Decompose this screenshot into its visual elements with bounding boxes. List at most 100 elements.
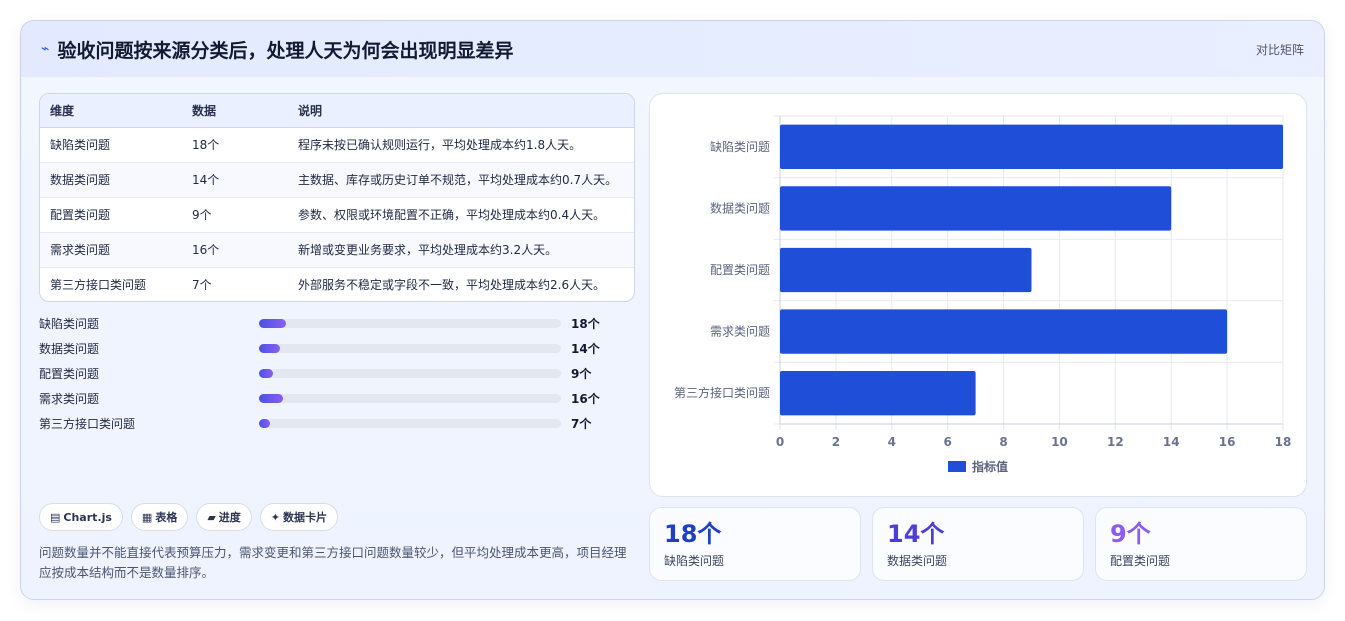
y-tick-label: 数据类问题 [710,200,770,215]
table-cell: 数据类问题 [40,162,182,198]
table-row: 配置类问题 9个 参数、权限或环境配置不正确，平均处理成本约0.4人天。 [40,197,634,233]
x-tick-label: 2 [832,435,840,449]
bar [780,247,1032,293]
stat-value: 9个 [1110,520,1151,548]
progress-value: 16个 [571,392,600,406]
progress-label: 缺陷类问题 [39,317,100,331]
table-row: 需求类问题 16个 新增或变更业务要求，平均处理成本约3.2人天。 [40,232,634,268]
y-tick-label: 第三方接口类问题 [674,385,770,400]
summary-note: 问题数量并不能直接代表预算压力，需求变更和第三方接口问题数量较少，但平均处理成本… [39,545,627,580]
progress-label: 配置类问题 [39,367,100,381]
progress-fill [259,394,284,403]
table-cell: 外部服务不稳定或字段不一致，平均处理成本约2.6人天。 [298,278,606,293]
progress-track [259,319,561,328]
progress-fill [259,319,287,328]
column-header: 数据 [182,94,288,128]
progress-row: 数据类问题 14个 [39,336,619,361]
stat-label: 数据类问题 [887,554,948,568]
stat-value: 18个 [664,520,722,548]
progress-track [259,344,561,353]
x-tick-label: 16 [1219,435,1236,449]
progress-value: 7个 [571,417,592,431]
card-header: ⌁ 验收问题按来源分类后，处理人天为何会出现明显差异 对比矩阵 [21,21,1324,77]
progress-fill [259,369,273,378]
progress-list: 缺陷类问题 18个 数据类问题 14个 配置类问题 9个 需求类问题 16个 第… [39,311,619,436]
progress-label: 需求类问题 [39,392,100,406]
progress-fill [259,419,270,428]
chip-progress[interactable]: ▰ 进度 [196,503,252,531]
stat-card: 9个 配置类问题 [1095,507,1307,581]
legend-swatch [948,461,966,472]
stat-card: 14个 数据类问题 [872,507,1084,581]
table-cell: 18个 [182,127,288,163]
progress-value: 18个 [571,317,600,331]
sparkle-icon: ✦ [270,510,281,524]
table-header-row: 维度 数据 说明 [40,94,634,128]
progress-row: 缺陷类问题 18个 [39,311,619,336]
trend-icon: ⌁ [41,41,50,57]
x-tick-label: 18 [1275,435,1292,449]
progress-track [259,394,561,403]
progress-row: 需求类问题 16个 [39,386,619,411]
table-cell: 新增或变更业务要求，平均处理成本约3.2人天。 [288,232,634,268]
progress-value: 9个 [571,367,592,381]
table-cell: 需求类问题 [40,232,182,268]
bar [780,309,1228,354]
x-tick-label: 10 [1051,435,1068,449]
stat-card: 18个 缺陷类问题 [649,507,861,581]
progress-icon: ▰ [207,510,216,524]
column-header: 维度 [40,94,182,128]
chip-data-card[interactable]: ✦ 数据卡片 [259,503,339,531]
x-tick-label: 0 [776,435,784,449]
table-cell: 14个 [182,162,288,198]
progress-value: 14个 [571,342,600,356]
stat-cards: 18个 缺陷类问题 14个 数据类问题 9个 配置类问题 [649,507,1307,581]
x-tick-label: 8 [999,435,1007,449]
progress-label: 第三方接口类问题 [39,417,136,431]
x-tick-label: 12 [1107,435,1124,449]
header-tag: 对比矩阵 [1255,42,1304,57]
chip-chartjs[interactable]: ▤ Chart.js [39,503,123,531]
progress-row: 配置类问题 9个 [39,361,619,386]
bar [780,124,1283,169]
bar [780,186,1172,231]
x-tick-label: 14 [1163,435,1180,449]
page-title: 验收问题按来源分类后，处理人天为何会出现明显差异 [57,39,514,62]
table-cell: 9个 [182,197,288,233]
progress-row: 第三方接口类问题 7个 [39,411,619,436]
chip-table[interactable]: ▦ 表格 [130,503,189,531]
table-cell: 主数据、库存或历史订单不规范，平均处理成本约0.7人天。 [288,162,634,198]
bar-chart: 0 2 4 6 8 10 12 14 16 18 缺陷类问题数据类问题配置类问题需求类问题第三方接口… [674,115,1292,474]
legend-label: 指标值 [972,459,1008,474]
table-row: 第三方接口类问题 7个 外部服务不稳定或字段不一致，平均处理成本约2.6人天。 [40,267,634,301]
table-cell: 16个 [182,232,288,268]
column-header: 说明 [288,94,634,128]
y-tick-label: 配置类问题 [710,263,770,277]
stat-label: 配置类问题 [1110,554,1171,568]
data-table: 维度 数据 说明 缺陷类问题 18个 程序未按已确认规则运行，平均处理成本约1.… [39,93,635,302]
comparison-card: ⌁ 验收问题按来源分类后，处理人天为何会出现明显差异 对比矩阵 维度 数据 说明… [20,20,1325,600]
x-tick-label: 6 [943,435,951,449]
bar-chart-panel: 0 2 4 6 8 10 12 14 16 18 缺陷类问题数据类问题配置类问题需求类问题第三方接口… [649,93,1307,497]
table-cell: 程序未按已确认规则运行，平均处理成本约1.8人天。 [288,127,634,163]
y-tick-label: 缺陷类问题 [710,139,770,154]
progress-fill [259,344,281,353]
table-icon: ▦ [141,510,153,524]
table-cell: 第三方接口类问题 [50,278,147,293]
chart-icon: ▤ [50,510,61,524]
x-tick-label: 4 [888,435,896,449]
chip-row: ▤ Chart.js ▦ 表格 ▰ 进度 ✦ 数据卡片 [39,503,339,531]
table-row: 数据类问题 14个 主数据、库存或历史订单不规范，平均处理成本约0.7人天。 [40,162,634,198]
y-tick-label: 需求类问题 [710,325,770,339]
progress-track [259,369,561,378]
progress-track [259,419,561,428]
table-cell: 参数、权限或环境配置不正确，平均处理成本约0.4人天。 [288,197,634,233]
table-row: 缺陷类问题 18个 程序未按已确认规则运行，平均处理成本约1.8人天。 [40,127,634,163]
bar [780,371,976,416]
table-cell: 7个 [192,278,212,293]
progress-label: 数据类问题 [39,342,100,356]
table-cell: 配置类问题 [40,197,182,233]
stat-value: 14个 [887,520,945,548]
stat-label: 缺陷类问题 [664,554,725,568]
table-cell: 缺陷类问题 [40,127,182,163]
